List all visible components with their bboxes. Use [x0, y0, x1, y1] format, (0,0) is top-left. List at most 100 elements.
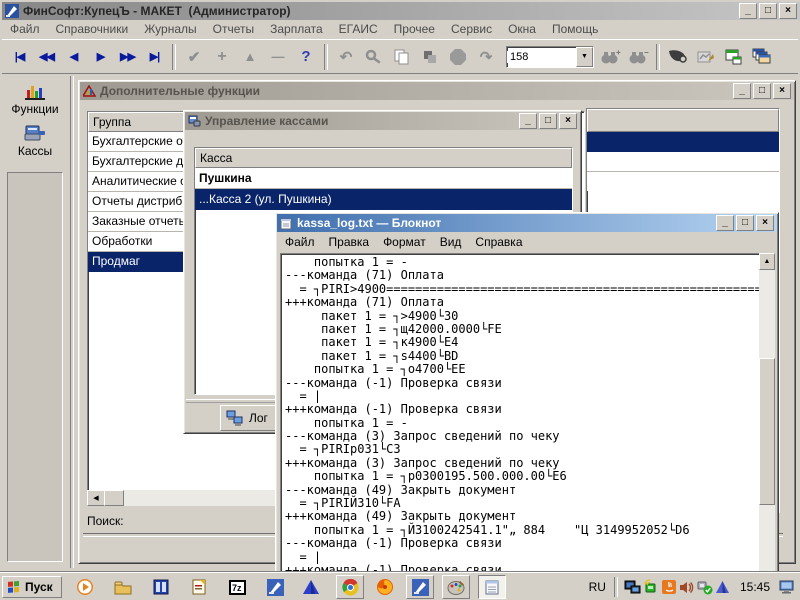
- copy-button[interactable]: [388, 43, 416, 71]
- kassa-column-header[interactable]: Касса: [195, 148, 572, 168]
- nav-last-button[interactable]: ▶|: [141, 43, 168, 71]
- stop-button[interactable]: [444, 43, 472, 71]
- quicklaunch-finsoft[interactable]: [264, 576, 286, 598]
- combo-dropdown-button[interactable]: ▼: [576, 47, 593, 67]
- task-chrome[interactable]: [336, 575, 364, 599]
- maximize-button[interactable]: □: [736, 215, 754, 231]
- tray-java-icon[interactable]: [660, 578, 678, 596]
- menu-help[interactable]: Помощь: [544, 20, 606, 38]
- nav-prev-page-button[interactable]: ◀◀: [33, 43, 60, 71]
- maximize-button[interactable]: □: [753, 83, 771, 99]
- start-button[interactable]: Пуск: [2, 576, 62, 598]
- right-list-row[interactable]: [587, 152, 779, 172]
- language-indicator[interactable]: RU: [581, 580, 614, 594]
- vscroll-thumb[interactable]: [759, 358, 775, 505]
- maximize-button[interactable]: □: [539, 113, 557, 129]
- cash-register-icon: [23, 122, 47, 144]
- new-window-button[interactable]: [720, 43, 748, 71]
- help-button[interactable]: ?: [292, 43, 320, 71]
- notepad-menu-format[interactable]: Формат: [376, 234, 433, 250]
- menu-other[interactable]: Прочее: [386, 20, 443, 38]
- nav-first-button[interactable]: |◀: [6, 43, 33, 71]
- sidebar-item-functions[interactable]: Функции: [2, 76, 68, 116]
- sidebar-item-kassy[interactable]: Кассы: [2, 116, 68, 158]
- minimize-button[interactable]: _: [716, 215, 734, 231]
- tray-pyramid-icon[interactable]: [714, 578, 732, 596]
- scroll-left-button[interactable]: ◀: [87, 490, 105, 506]
- menu-directories[interactable]: Справочники: [48, 20, 137, 38]
- network-icon: [226, 410, 244, 426]
- task-finsoft[interactable]: [406, 575, 434, 599]
- stack-button[interactable]: [416, 43, 444, 71]
- find-minus-button[interactable]: −: [624, 43, 652, 71]
- confirm-button[interactable]: ✔: [180, 43, 208, 71]
- menu-windows[interactable]: Окна: [500, 20, 544, 38]
- close-button[interactable]: ×: [779, 3, 797, 19]
- right-list-header[interactable]: [587, 109, 779, 132]
- notepad-menu-view[interactable]: Вид: [433, 234, 469, 250]
- key-icon: [365, 49, 383, 65]
- nav-next-page-button[interactable]: ▶▶: [114, 43, 141, 71]
- hscroll-thumb[interactable]: [104, 490, 124, 506]
- tray-usb-icon[interactable]: [696, 578, 714, 596]
- key-button[interactable]: [360, 43, 388, 71]
- menu-egais[interactable]: ЕГАИС: [331, 20, 386, 38]
- task-notepad-active[interactable]: [478, 575, 506, 599]
- quicklaunch-library[interactable]: [150, 576, 172, 598]
- chart-edit-button[interactable]: [692, 43, 720, 71]
- notepad-menu-help[interactable]: Справка: [468, 234, 529, 250]
- kassa-row-selected[interactable]: ...Касса 2 (ул. Пушкина): [195, 189, 572, 210]
- tray-volume-icon[interactable]: [678, 578, 696, 596]
- edit-button[interactable]: ▲: [236, 43, 264, 71]
- record-number-value[interactable]: 158: [507, 51, 576, 63]
- notepad-menu-file[interactable]: Файл: [278, 234, 322, 250]
- quicklaunch-media-player[interactable]: [74, 576, 96, 598]
- menu-reports[interactable]: Отчеты: [205, 20, 262, 38]
- log-button[interactable]: Лог: [220, 405, 282, 431]
- menu-file[interactable]: Файл: [2, 20, 48, 38]
- menu-service[interactable]: Сервис: [443, 20, 500, 38]
- quicklaunch-7zip[interactable]: 7z: [226, 576, 248, 598]
- menu-salary[interactable]: Зарплата: [262, 20, 331, 38]
- copy-icon: [394, 49, 410, 65]
- notepad-title-bar[interactable]: kassa_log.txt — Блокнот _ □ ×: [277, 214, 777, 232]
- cascade-windows-button[interactable]: [748, 43, 776, 71]
- close-button[interactable]: ×: [756, 215, 774, 231]
- finsoft-app-icon: [5, 4, 19, 18]
- kassa-window-title-bar[interactable]: Управление кассами _ □ ×: [185, 112, 580, 130]
- functions-window-title-bar[interactable]: Дополнительные функции _ □ ×: [80, 82, 794, 100]
- task-firefox[interactable]: [374, 576, 396, 598]
- task-graphics-editor[interactable]: [442, 575, 470, 599]
- notepad-text-area[interactable]: попытка 1 = - ---команда (71) Оплата = ┐…: [280, 253, 764, 587]
- notepad-menu-edit[interactable]: Правка: [322, 234, 377, 250]
- record-number-combobox[interactable]: 158 ▼: [506, 46, 594, 68]
- right-list-row-selected[interactable]: [587, 132, 779, 152]
- report-button[interactable]: [664, 43, 692, 71]
- close-button[interactable]: ×: [773, 83, 791, 99]
- close-button[interactable]: ×: [559, 113, 577, 129]
- notepad-vscrollbar[interactable]: ▲: [759, 253, 775, 583]
- right-list-row[interactable]: [587, 172, 779, 191]
- minimize-button[interactable]: _: [733, 83, 751, 99]
- quicklaunch-notes[interactable]: [188, 576, 210, 598]
- minimize-button[interactable]: _: [519, 113, 537, 129]
- clock[interactable]: 15:45: [732, 580, 778, 594]
- menu-journals[interactable]: Журналы: [136, 20, 204, 38]
- quicklaunch-pyramid[interactable]: [300, 576, 322, 598]
- redo-button[interactable]: ↷: [472, 43, 500, 71]
- undo-button[interactable]: ↶: [332, 43, 360, 71]
- scroll-up-button[interactable]: ▲: [759, 253, 775, 270]
- nav-prev-button[interactable]: ◀: [60, 43, 87, 71]
- delete-button[interactable]: —: [264, 43, 292, 71]
- tray-display-icon[interactable]: [624, 578, 642, 596]
- nav-next-button[interactable]: ▶: [87, 43, 114, 71]
- tray-wireless-device-icon[interactable]: [642, 578, 660, 596]
- quicklaunch-folder[interactable]: [112, 576, 134, 598]
- pyramid-icon: [302, 579, 320, 595]
- find-plus-button[interactable]: +: [596, 43, 624, 71]
- show-desktop-icon[interactable]: [778, 578, 796, 596]
- minimize-button[interactable]: _: [739, 3, 757, 19]
- restore-button[interactable]: □: [759, 3, 777, 19]
- add-button[interactable]: +: [208, 43, 236, 71]
- kassa-row[interactable]: Пушкина: [195, 168, 572, 189]
